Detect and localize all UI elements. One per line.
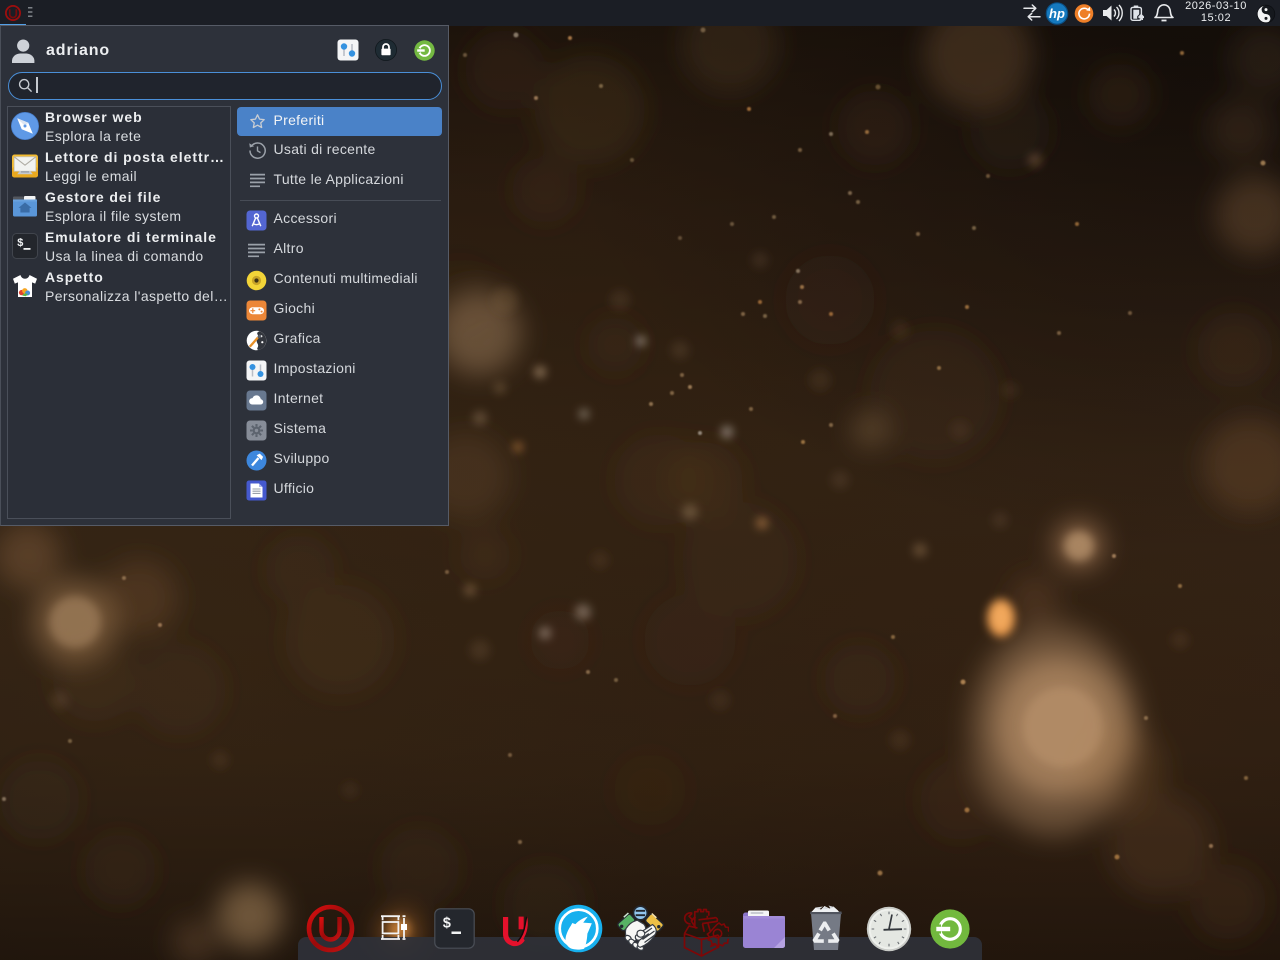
svg-text:hp: hp — [1049, 6, 1065, 21]
svg-text:$: $ — [443, 917, 452, 933]
svg-text:$: $ — [17, 238, 24, 250]
